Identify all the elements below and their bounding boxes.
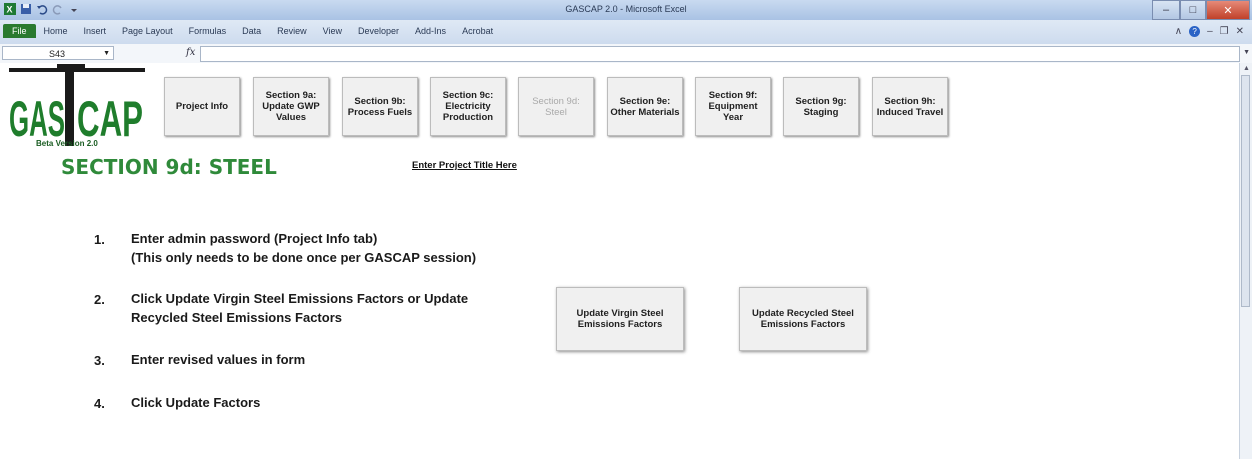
- minimize-button[interactable]: –: [1152, 0, 1180, 20]
- step-text: Click Update Factors: [131, 393, 260, 412]
- section-9d-button[interactable]: Section 9d: Steel: [518, 77, 594, 136]
- step-line: (This only needs to be done once per GAS…: [131, 250, 477, 265]
- step-number: 4.: [94, 396, 105, 411]
- project-title-link[interactable]: Enter Project Title Here: [412, 160, 517, 171]
- scroll-up-icon[interactable]: ▲: [1243, 65, 1250, 72]
- tab-developer[interactable]: Developer: [358, 26, 399, 36]
- gascap-logo: GAS CAP: [9, 64, 145, 147]
- project-info-button[interactable]: Project Info: [164, 77, 240, 136]
- ribbon-right-controls: ∧ ? – ❐ ✕: [1175, 26, 1244, 37]
- restore-workbook-icon[interactable]: ❐: [1220, 26, 1229, 37]
- step-line: Click Update Virgin Steel Emissions Fact…: [131, 291, 469, 306]
- tab-page-layout[interactable]: Page Layout: [122, 26, 173, 36]
- section-9b-button[interactable]: Section 9b: Process Fuels: [342, 77, 418, 136]
- name-box[interactable]: S43 ▼: [2, 46, 114, 60]
- window-controls: – □ ✕: [1152, 0, 1250, 20]
- step-line: Recycled Steel Emissions Factors: [131, 310, 342, 325]
- minimize-workbook-icon[interactable]: –: [1207, 26, 1213, 37]
- section-9a-button[interactable]: Section 9a: Update GWP Values: [253, 77, 329, 136]
- title-bar: X GASCAP 2.0 - Microsoft Excel – □ ✕: [0, 0, 1252, 20]
- section-9f-button[interactable]: Section 9f: Equipment Year: [695, 77, 771, 136]
- window-title: GASCAP 2.0 - Microsoft Excel: [565, 4, 687, 14]
- scroll-thumb[interactable]: [1241, 75, 1250, 307]
- tab-acrobat[interactable]: Acrobat: [462, 26, 493, 36]
- maximize-button[interactable]: □: [1180, 0, 1206, 20]
- ribbon-collapse-icon[interactable]: ∧: [1175, 26, 1182, 37]
- step-text: Click Update Virgin Steel Emissions Fact…: [131, 289, 468, 327]
- tab-file[interactable]: File: [3, 24, 36, 38]
- ribbon: File Home Insert Page Layout Formulas Da…: [0, 20, 1252, 45]
- section-9h-button[interactable]: Section 9h: Induced Travel: [872, 77, 948, 136]
- step-number: 3.: [94, 353, 105, 368]
- section-9e-button[interactable]: Section 9e: Other Materials: [607, 77, 683, 136]
- update-recycled-steel-button[interactable]: Update Recycled Steel Emissions Factors: [739, 287, 867, 351]
- help-icon[interactable]: ?: [1189, 26, 1201, 37]
- step-line: Enter admin password (Project Info tab): [131, 231, 378, 246]
- step-number: 2.: [94, 292, 105, 307]
- section-9c-button[interactable]: Section 9c: Electricity Production: [430, 77, 506, 136]
- tab-home[interactable]: Home: [44, 26, 68, 36]
- formula-bar: S43 ▼ fx ▼: [0, 44, 1252, 64]
- section-title: SECTION 9d: STEEL: [61, 155, 277, 179]
- update-virgin-steel-button[interactable]: Update Virgin Steel Emissions Factors: [556, 287, 684, 351]
- tab-add-ins[interactable]: Add-Ins: [415, 26, 446, 36]
- step-line: Enter revised values in form: [131, 352, 306, 367]
- step-number: 1.: [94, 232, 105, 247]
- section-9g-button[interactable]: Section 9g: Staging: [783, 77, 859, 136]
- vertical-scrollbar[interactable]: ▲: [1239, 63, 1252, 459]
- ribbon-tabs: File Home Insert Page Layout Formulas Da…: [0, 24, 509, 38]
- close-button[interactable]: ✕: [1206, 0, 1250, 20]
- formula-input[interactable]: [200, 46, 1240, 62]
- tab-review[interactable]: Review: [277, 26, 307, 36]
- cell-reference: S43: [49, 49, 66, 59]
- insert-function-icon[interactable]: fx: [186, 47, 195, 58]
- step-text: Enter revised values in form: [131, 350, 305, 369]
- expand-formula-bar-icon[interactable]: ▼: [1243, 49, 1250, 56]
- close-workbook-icon[interactable]: ✕: [1236, 26, 1244, 37]
- step-line: Click Update Factors: [131, 395, 261, 410]
- name-box-dropdown-icon[interactable]: ▼: [103, 47, 110, 61]
- tab-data[interactable]: Data: [242, 26, 261, 36]
- tab-view[interactable]: View: [323, 26, 342, 36]
- version-label: Beta Version 2.0: [36, 139, 98, 148]
- tab-formulas[interactable]: Formulas: [189, 26, 227, 36]
- step-text: Enter admin password (Project Info tab) …: [131, 229, 476, 267]
- tab-insert[interactable]: Insert: [84, 26, 107, 36]
